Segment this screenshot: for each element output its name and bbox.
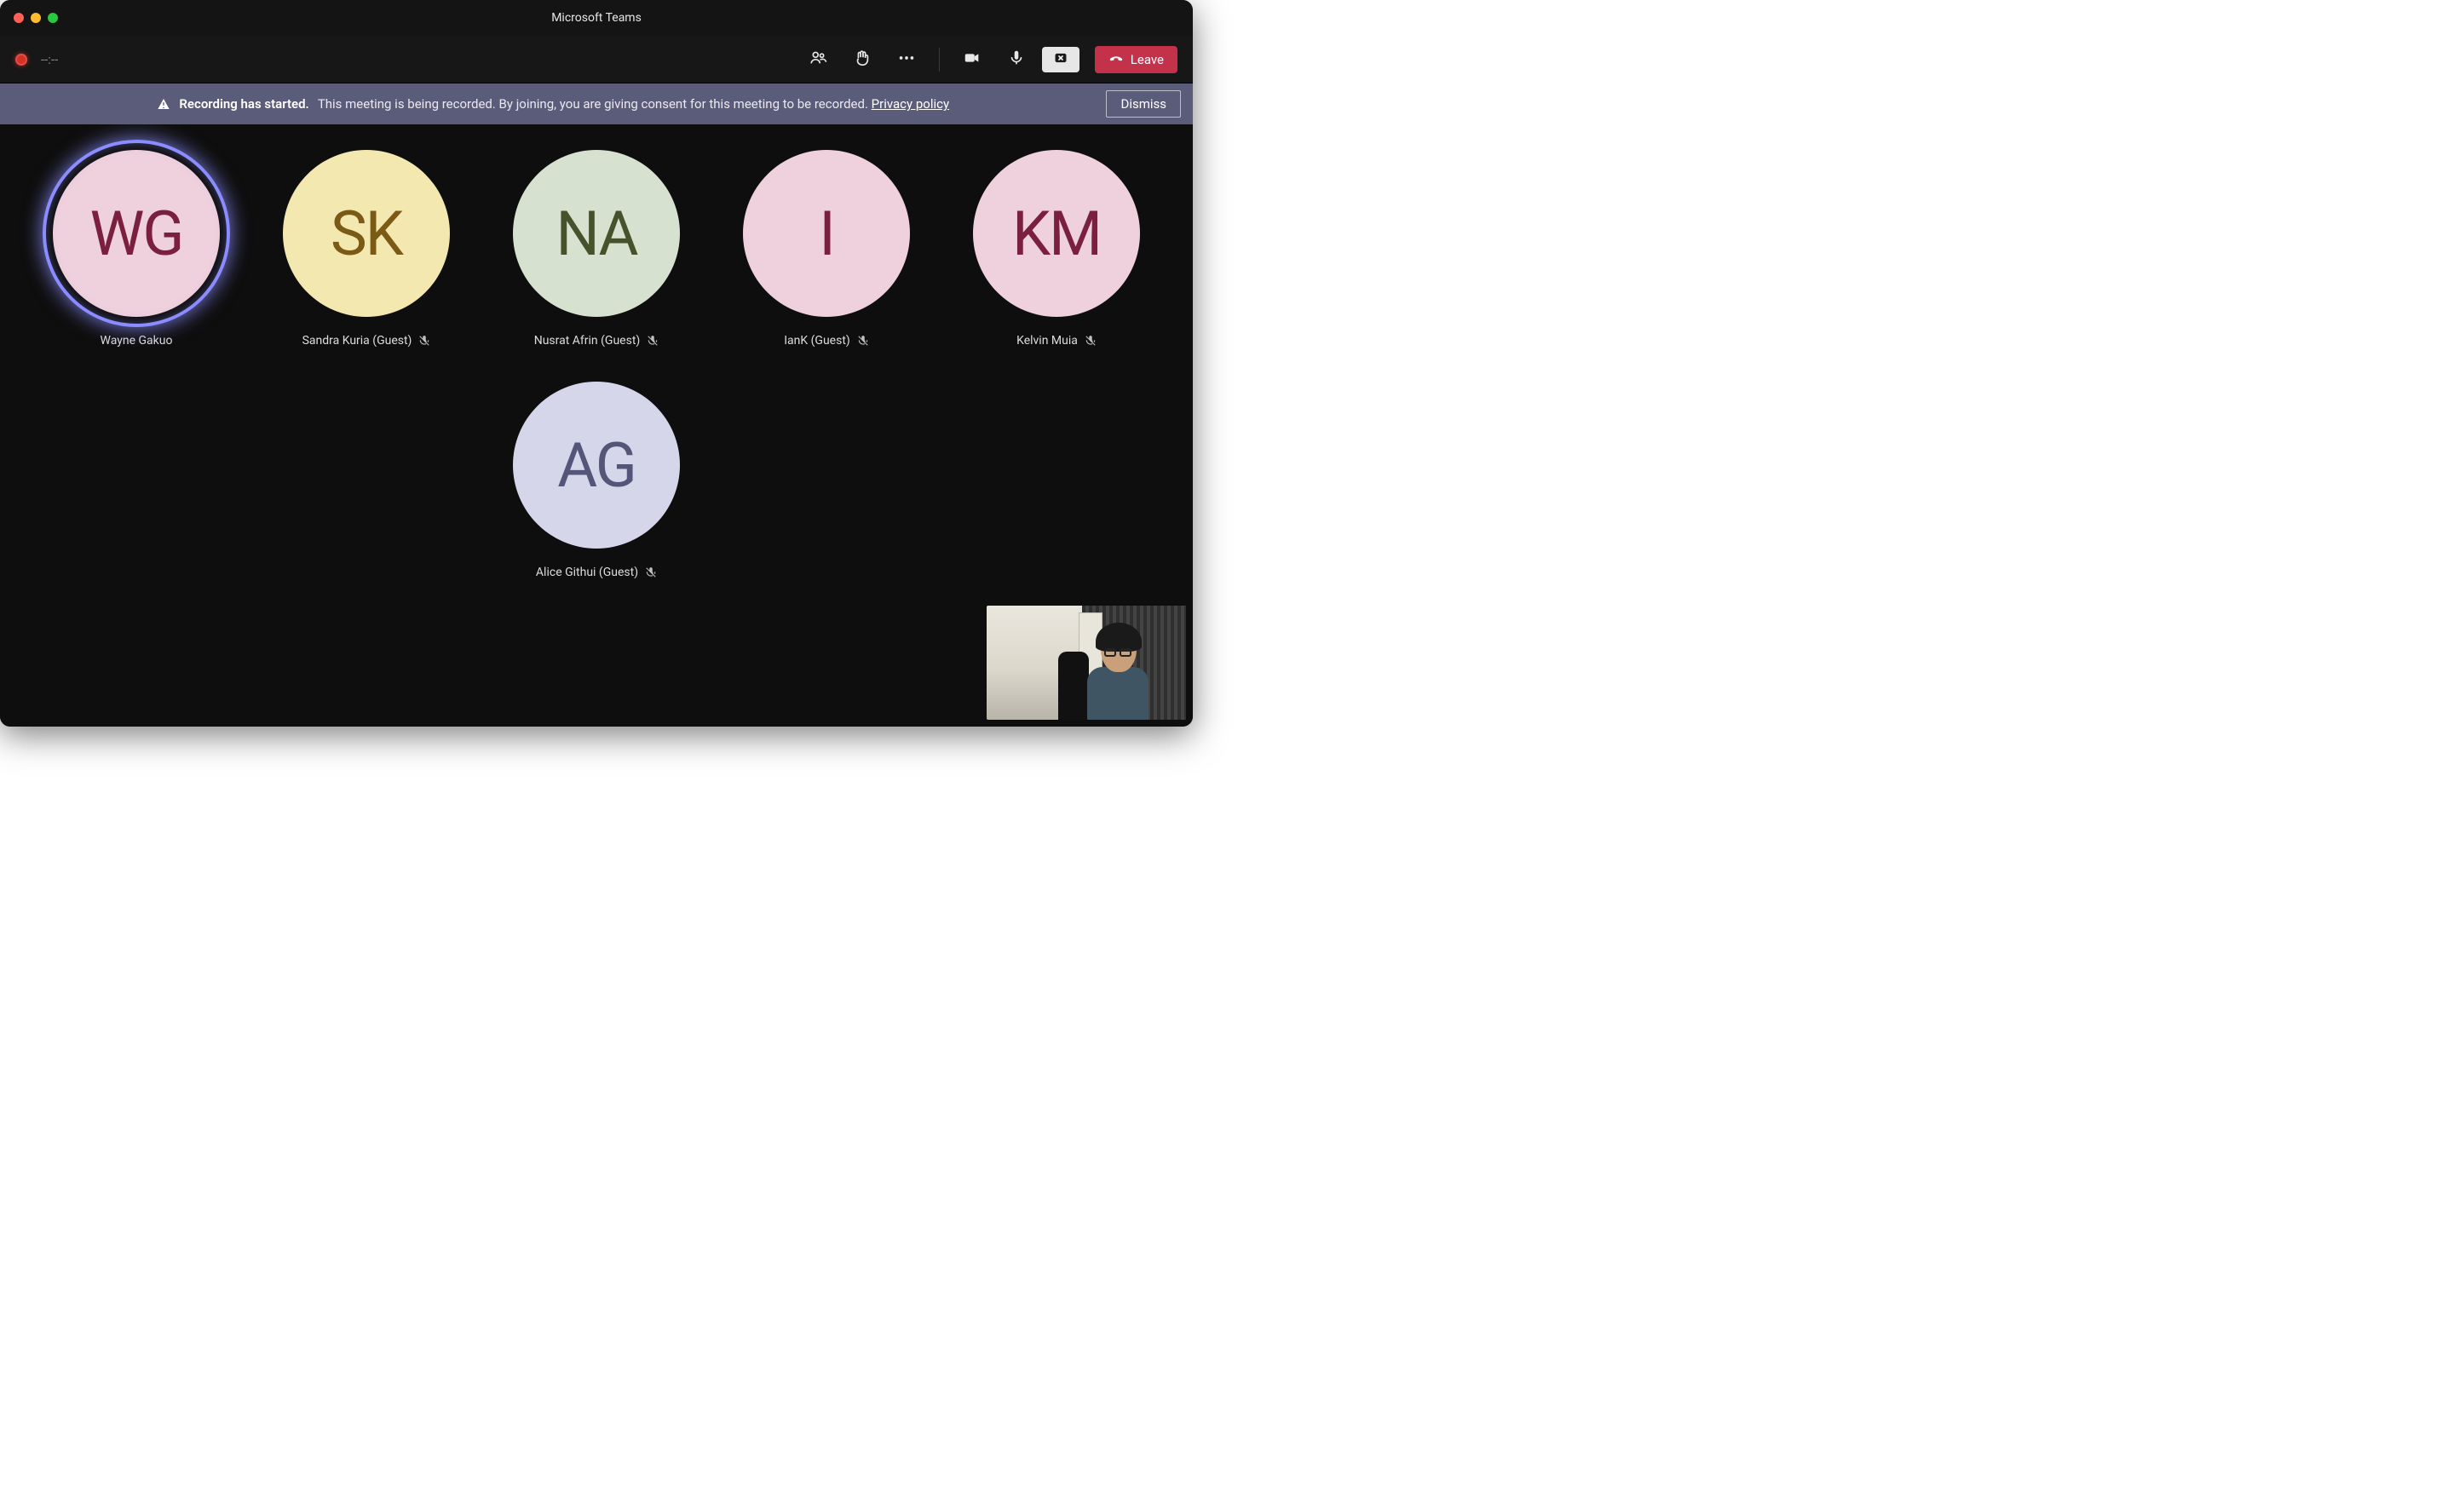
avatar: KM [973,150,1140,317]
banner-body: This meeting is being recorded. By joini… [318,96,949,112]
participant-name-row: Alice Githui (Guest) [536,566,657,579]
avatar-wrap: KM [973,150,1140,317]
toolbar-separator [939,48,940,72]
camera-toggle-button[interactable] [953,44,991,75]
participant-name: Sandra Kuria (Guest) [302,334,412,348]
mic-muted-icon [857,335,869,347]
speaking-indicator [43,140,230,327]
share-toggle-button[interactable] [1042,47,1079,72]
participant-name-row: IanK (Guest) [784,334,869,348]
app-window: Microsoft Teams --:-- [0,0,1193,727]
avatar-wrap: I [743,150,910,317]
participant-name: Kelvin Muia [1016,334,1078,348]
avatar: NA [513,150,680,317]
meeting-toolbar: --:-- [0,36,1193,83]
recording-banner: Recording has started. This meeting is b… [0,83,1193,124]
call-timer: --:-- [41,52,58,67]
hangup-icon [1108,50,1124,69]
microphone-icon [1007,49,1026,71]
avatar-wrap: WG [53,150,220,317]
participant-name-row: Sandra Kuria (Guest) [302,334,431,348]
avatar-wrap: SK [283,150,450,317]
more-options-icon [897,49,916,71]
participant-tile[interactable]: AG Alice Githui (Guest) [481,373,711,605]
participant-name: Alice Githui (Guest) [536,566,638,579]
participant-tile[interactable]: SK Sandra Kuria (Guest) [251,141,481,373]
mic-muted-icon [418,335,430,347]
mic-muted-icon [645,566,657,578]
participant-tile[interactable]: I IanK (Guest) [711,141,941,373]
participant-name-row: Kelvin Muia [1016,334,1097,348]
participant-name: IanK (Guest) [784,334,850,348]
participant-tile[interactable]: NA Nusrat Afrin (Guest) [481,141,711,373]
banner-content: Recording has started. This meeting is b… [0,96,1106,112]
participant-name-row: Wayne Gakuo [101,334,173,348]
minimize-window-button[interactable] [31,13,41,23]
avatar: SK [283,150,450,317]
participants-grid: WG Wayne Gakuo SK Sandra Kuria (Guest) NA Nus… [0,124,1193,605]
avatar: AG [513,382,680,549]
participant-tile[interactable]: KM Kelvin Muia [941,141,1172,373]
leave-button[interactable]: Leave [1095,46,1177,73]
self-view[interactable] [987,606,1186,720]
raise-hand-icon [853,49,872,71]
self-view-video [987,606,1186,720]
mic-muted-icon [647,335,659,347]
more-options-button[interactable] [888,44,925,75]
dismiss-banner-button[interactable]: Dismiss [1106,90,1181,118]
window-controls [14,13,58,23]
stop-share-icon [1054,51,1068,68]
recording-indicator-icon [15,54,27,66]
toolbar-left: --:-- [15,52,58,67]
participant-name: Nusrat Afrin (Guest) [534,334,641,348]
titlebar: Microsoft Teams [0,0,1193,36]
maximize-window-button[interactable] [48,13,58,23]
privacy-policy-link[interactable]: Privacy policy [872,96,949,112]
leave-button-label: Leave [1131,52,1164,67]
avatar-wrap: AG [513,382,680,549]
avatar: I [743,150,910,317]
people-icon [809,49,827,71]
participant-name-row: Nusrat Afrin (Guest) [534,334,659,348]
participant-name: Wayne Gakuo [101,334,173,348]
banner-body-text: This meeting is being recorded. By joini… [318,96,868,112]
mic-muted-icon [1085,335,1097,347]
meeting-stage: WG Wayne Gakuo SK Sandra Kuria (Guest) NA Nus… [0,124,1193,727]
reactions-button[interactable] [843,44,881,75]
window-title: Microsoft Teams [0,11,1193,25]
toolbar-right: Leave [799,44,1177,75]
participants-button[interactable] [799,44,837,75]
participant-tile[interactable]: WG Wayne Gakuo [21,141,251,373]
avatar-wrap: NA [513,150,680,317]
banner-title: Recording has started. [179,96,308,112]
microphone-toggle-button[interactable] [998,44,1035,75]
warning-icon [157,97,170,111]
camera-icon [963,49,982,71]
close-window-button[interactable] [14,13,24,23]
